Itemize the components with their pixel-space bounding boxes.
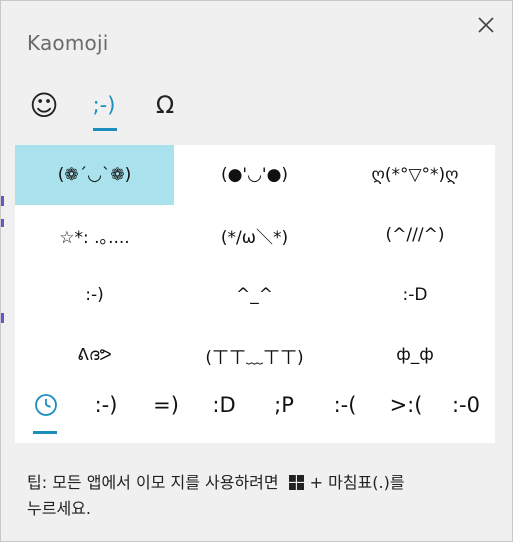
kaomoji-item[interactable]: :-D: [335, 265, 495, 325]
tip-text-part1: 팁: 모든 앱에서 이모 지를 사용하려면: [27, 473, 279, 492]
kaomoji-item[interactable]: (*/ω＼*): [174, 205, 335, 265]
kaomoji-item[interactable]: (^///^): [335, 205, 495, 265]
kaomoji-item[interactable]: ᕕദᕗ: [15, 325, 174, 385]
kaomoji-item[interactable]: :-): [15, 265, 174, 325]
tab-emoji[interactable]: ☺: [18, 79, 70, 131]
kaomoji-item[interactable]: (ㄒㄒ﹏ㄒㄒ): [174, 325, 335, 385]
kaomoji-panel: Kaomoji ☺ ;-) Ω (❁´◡`❁) (●'◡'●) ღ(*°▽°*)…: [0, 0, 513, 542]
kaomoji-item[interactable]: (●'◡'●): [174, 145, 335, 205]
emoji-smiley-icon: ☺: [29, 88, 59, 122]
windows-logo-icon: [288, 473, 304, 497]
symbols-omega-icon: Ω: [155, 91, 175, 119]
tab-symbols[interactable]: Ω: [139, 79, 191, 131]
tip-text-part2: + 마침표(.)를: [309, 473, 405, 492]
recent-clock-icon: [35, 394, 57, 416]
kaomoji-item[interactable]: ☆*: .｡....: [15, 205, 174, 265]
close-icon: [478, 17, 494, 33]
left-edge-accent: [1, 1, 4, 541]
tab-recent[interactable]: [33, 385, 59, 433]
tip-text: 팁: 모든 앱에서 이모 지를 사용하려면 + 마침표(.)를 누르세요.: [27, 471, 487, 521]
tip-text-part3: 누르세요.: [27, 499, 91, 518]
kaomoji-item[interactable]: ღ(*°▽°*)ღ: [335, 145, 495, 205]
kaomoji-grid: (❁´◡`❁) (●'◡'●) ღ(*°▽°*)ღ ☆*: .｡.... (*/…: [15, 145, 495, 385]
recent-item[interactable]: >:(: [388, 385, 424, 425]
recent-item[interactable]: :-(: [330, 385, 360, 425]
panel-title: Kaomoji: [27, 31, 109, 55]
kaomoji-tab-label: ;-): [92, 93, 116, 117]
recent-item[interactable]: :-): [89, 385, 123, 425]
recent-item[interactable]: :D: [211, 385, 237, 425]
recent-item[interactable]: =): [151, 385, 181, 425]
kaomoji-item[interactable]: ф_ф: [335, 325, 495, 385]
kaomoji-item[interactable]: (❁´◡`❁): [15, 145, 174, 205]
category-tabs: ☺ ;-) Ω: [15, 79, 495, 135]
recent-item[interactable]: ;P: [271, 385, 297, 425]
tab-active-indicator: [93, 128, 117, 131]
close-button[interactable]: [474, 13, 498, 37]
recent-item[interactable]: :-0: [449, 385, 483, 425]
recent-active-indicator: [33, 431, 57, 434]
tab-kaomoji[interactable]: ;-): [78, 79, 130, 131]
kaomoji-item[interactable]: ^_^: [174, 265, 335, 325]
recent-bar: :-) =) :D ;P :-( >:( :-0: [15, 385, 495, 443]
